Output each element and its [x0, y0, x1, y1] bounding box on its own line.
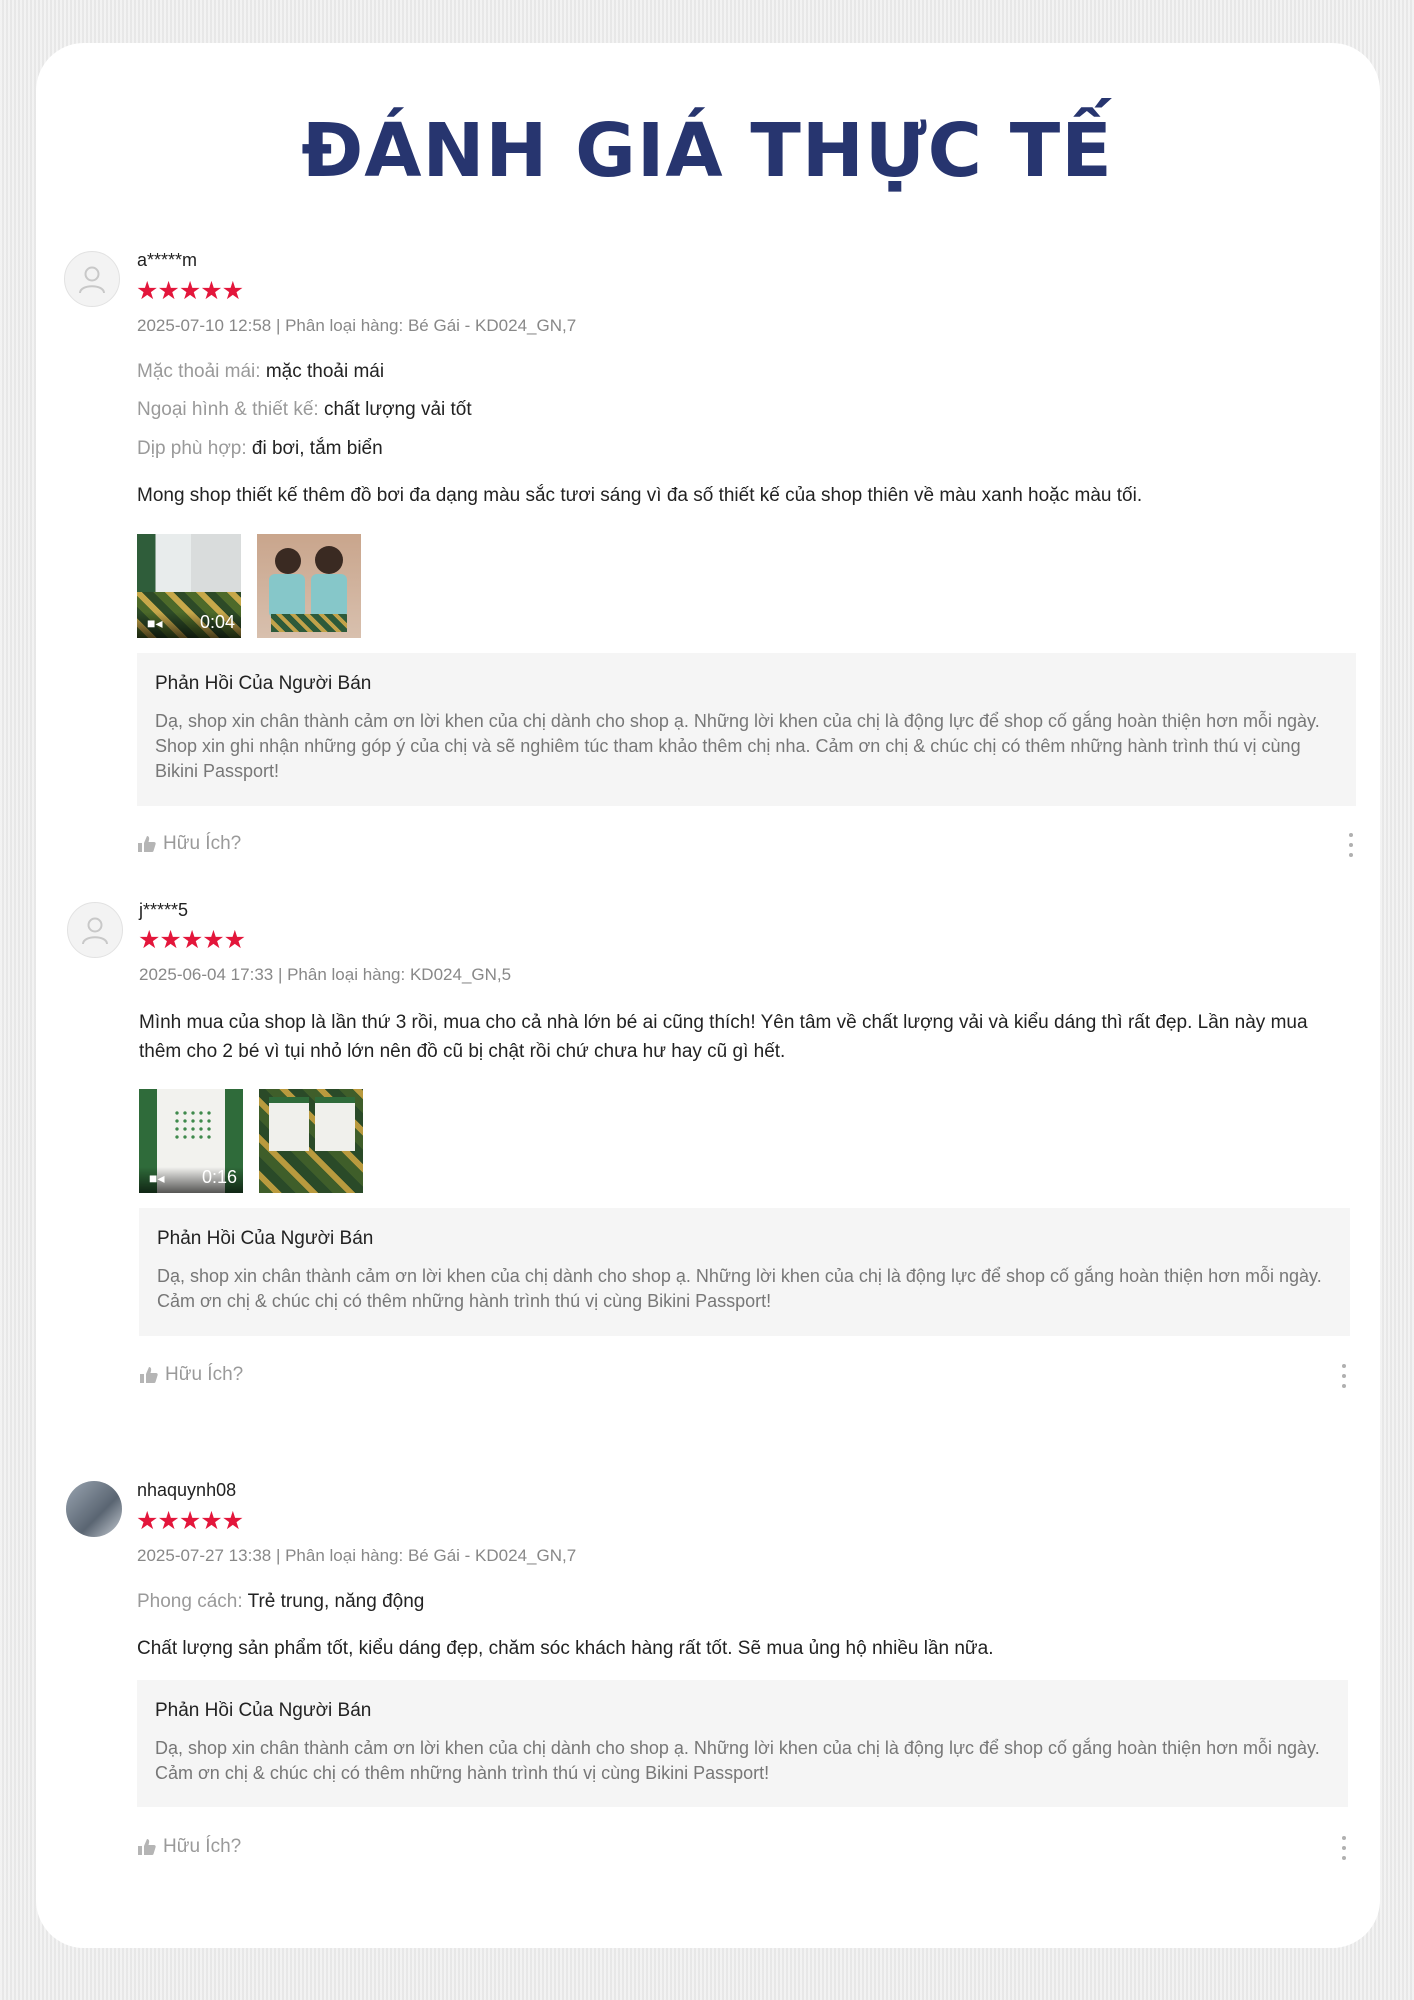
video-duration: 0:16 [201, 1167, 237, 1187]
more-options-icon[interactable] [1341, 1364, 1347, 1388]
helpful-button[interactable]: Hữu Ích? [139, 1364, 243, 1386]
user-icon [82, 917, 108, 945]
helpful-label: Hữu Ích? [165, 1364, 244, 1385]
helpful-button[interactable]: Hữu Ích? [137, 1836, 241, 1858]
attribute-style: Phong cách: Trẻ trung, năng động [137, 1591, 424, 1613]
seller-reply: Phản Hồi Của Người Bán Dạ, shop xin chân… [137, 653, 1356, 806]
star-rating: ★★★★★ [136, 277, 244, 305]
helpful-button[interactable]: Hữu Ích? [137, 833, 241, 855]
attribute-key: Dịp phù hợp: [137, 438, 247, 459]
review-video-thumbnail[interactable]: ■◂ 0:04 [137, 534, 241, 638]
star-rating: ★★★★★ [138, 926, 246, 954]
seller-reply-title: Phản Hồi Của Người Bán [155, 1700, 372, 1721]
video-camera-icon: ■◂ [149, 1170, 165, 1186]
attribute-key: Phong cách: [137, 1591, 243, 1612]
video-duration: 0:04 [199, 612, 235, 632]
video-camera-icon: ■◂ [147, 615, 163, 631]
username[interactable]: a*****m [137, 250, 197, 271]
attribute-comfort: Mặc thoải mái: mặc thoải mái [137, 361, 384, 383]
seller-reply-text: Dạ, shop xin chân thành cảm ơn lời khen … [155, 711, 1320, 781]
attribute-value: đi bơi, tắm biển [251, 438, 383, 459]
helpful-label: Hữu Ích? [163, 1836, 242, 1857]
thumbs-up-icon [138, 1839, 156, 1855]
user-icon [79, 266, 105, 294]
avatar[interactable] [66, 1481, 122, 1537]
review-comment: Chất lượng sản phẩm tốt, kiểu dáng đẹp, … [137, 1638, 994, 1659]
username[interactable]: j*****5 [139, 900, 188, 921]
attribute-key: Ngoại hình & thiết kế: [137, 399, 319, 420]
thumbs-up-icon [140, 1367, 158, 1383]
star-rating: ★★★★★ [136, 1507, 244, 1535]
thumbs-up-icon [138, 836, 156, 852]
attribute-value: mặc thoải mái [265, 361, 385, 382]
review-photo-thumbnail[interactable] [259, 1089, 363, 1193]
attribute-key: Mặc thoải mái: [137, 361, 261, 382]
page-title: ĐÁNH GIÁ THỰC TẾ [301, 108, 1113, 194]
more-options-icon[interactable] [1348, 833, 1354, 857]
username[interactable]: nhaquynh08 [137, 1480, 236, 1501]
review-photo-thumbnail[interactable] [257, 534, 361, 638]
seller-reply-title: Phản Hồi Của Người Bán [155, 673, 372, 694]
seller-reply-text: Dạ, shop xin chân thành cảm ơn lời khen … [157, 1266, 1322, 1311]
helpful-label: Hữu Ích? [163, 833, 242, 854]
seller-reply-text: Dạ, shop xin chân thành cảm ơn lời khen … [155, 1738, 1320, 1783]
avatar[interactable] [67, 902, 123, 958]
attribute-design: Ngoại hình & thiết kế: chất lượng vải tố… [137, 399, 472, 421]
review-meta: 2025-07-27 13:38 | Phân loại hàng: Bé Gá… [137, 1546, 577, 1565]
more-options-icon[interactable] [1341, 1836, 1347, 1860]
review-comment: Mong shop thiết kế thêm đồ bơi đa dạng m… [137, 485, 1143, 506]
review-comment: Mình mua của shop là lần thứ 3 rồi, mua … [139, 1012, 1308, 1062]
attribute-value: Trẻ trung, năng động [247, 1591, 425, 1612]
attribute-occasion: Dịp phù hợp: đi bơi, tắm biển [137, 438, 383, 460]
attribute-value: chất lượng vải tốt [323, 399, 472, 420]
review-meta: 2025-07-10 12:58 | Phân loại hàng: Bé Gá… [137, 316, 577, 335]
avatar[interactable] [64, 251, 120, 307]
review-video-thumbnail[interactable]: ■◂ 0:16 [139, 1089, 243, 1193]
seller-reply: Phản Hồi Của Người Bán Dạ, shop xin chân… [137, 1680, 1348, 1807]
seller-reply: Phản Hồi Của Người Bán Dạ, shop xin chân… [139, 1208, 1350, 1336]
seller-reply-title: Phản Hồi Của Người Bán [157, 1228, 374, 1249]
review-meta: 2025-06-04 17:33 | Phân loại hàng: KD024… [139, 965, 512, 984]
